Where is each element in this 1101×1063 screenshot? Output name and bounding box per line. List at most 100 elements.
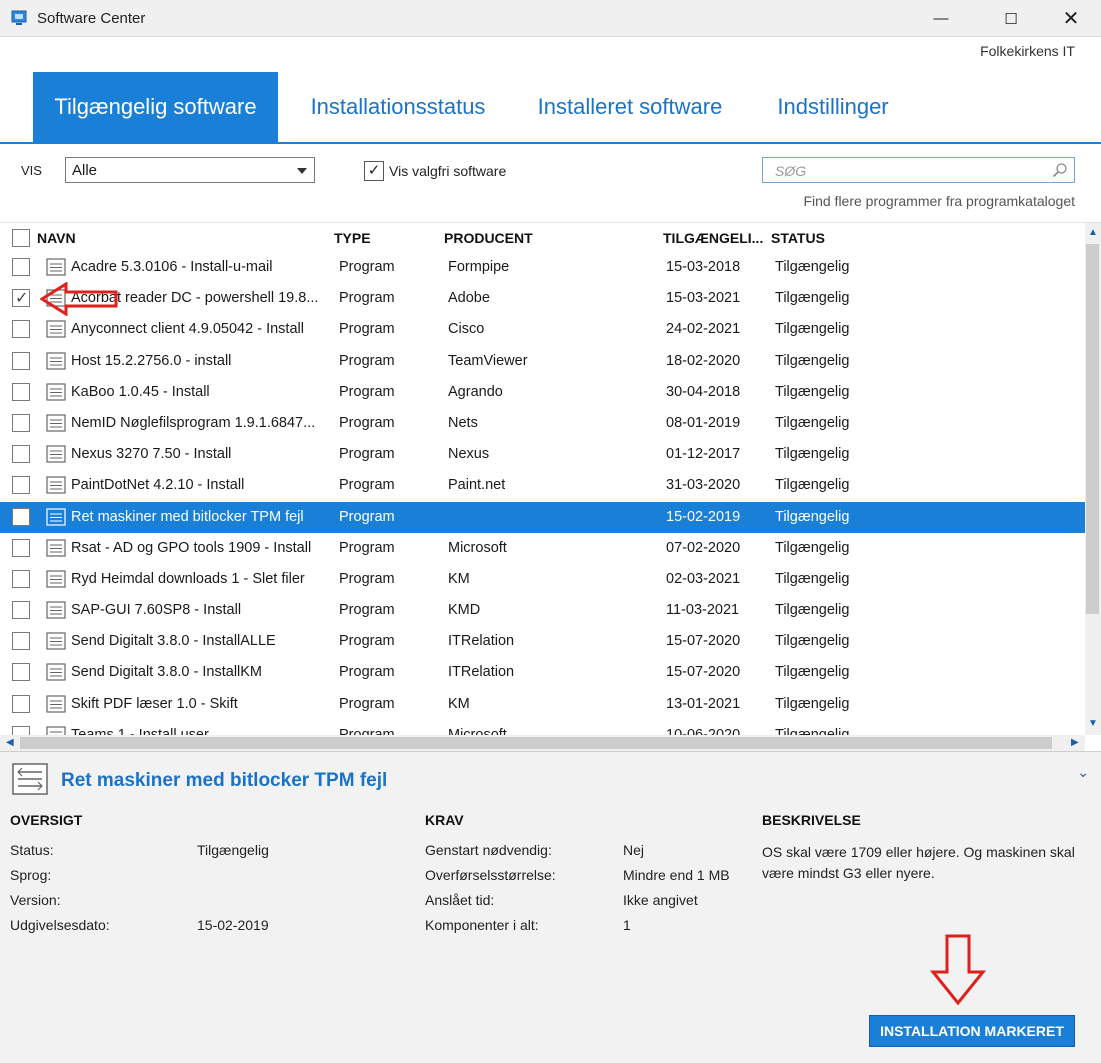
description-heading: BESKRIVELSE <box>762 812 861 828</box>
row-date: 10-06-2020 <box>666 726 741 735</box>
row-producer: KM <box>448 695 470 712</box>
row-checkbox[interactable] <box>12 694 30 713</box>
row-checkbox[interactable] <box>12 569 30 588</box>
table-row[interactable]: Send Digitalt 3.8.0 - InstallKM Program IT… <box>0 657 1085 688</box>
optional-software-label[interactable]: Vis valgfri software <box>389 163 506 179</box>
table-row[interactable]: Host 15.2.2756.0 - install Program TeamVie… <box>0 346 1085 377</box>
tab-installation-status[interactable]: Installationsstatus <box>295 72 501 142</box>
table-row[interactable]: Acadre 5.3.0106 - Install-u-mail Program F… <box>0 252 1085 283</box>
header-available[interactable]: TILGÆNGELI... <box>663 230 763 246</box>
row-checkbox[interactable] <box>12 632 30 651</box>
maximize-button[interactable]: ☐ <box>988 0 1034 37</box>
table-row[interactable]: Skift PDF læser 1.0 - Skift Program KM 13-0… <box>0 689 1085 720</box>
install-selected-button[interactable]: INSTALLATION MARKERET <box>869 1015 1075 1047</box>
row-date: 18-02-2020 <box>666 352 741 369</box>
row-name: Send Digitalt 3.8.0 - InstallKM <box>71 664 263 681</box>
filter-dropdown[interactable]: Alle <box>65 157 315 183</box>
row-checkbox[interactable] <box>12 663 30 682</box>
main-tabs: Tilgængelig software Installationsstatus… <box>0 72 1101 143</box>
row-status: Tilgængelig <box>775 602 850 619</box>
row-producer: Nexus <box>448 446 490 463</box>
row-status: Tilgængelig <box>775 259 850 275</box>
collapse-chevron-icon[interactable]: ⌄ <box>1077 764 1089 781</box>
search-input[interactable]: SØG <box>762 157 1075 183</box>
tab-installed-software[interactable]: Installeret software <box>521 72 739 142</box>
scroll-down-icon[interactable]: ▼ <box>1088 718 1098 729</box>
header-producer[interactable]: PRODUCENT <box>444 230 533 246</box>
row-checkbox[interactable] <box>12 320 30 339</box>
list-header: NAVN TYPE PRODUCENT TILGÆNGELI... STATUS <box>0 223 1085 252</box>
row-checkbox[interactable] <box>12 351 30 370</box>
row-date: 15-03-2018 <box>666 259 741 275</box>
optional-software-checkbox[interactable]: ✓ <box>364 161 384 181</box>
row-status: Tilgængelig <box>775 726 850 735</box>
row-checkbox[interactable] <box>12 507 30 526</box>
row-name: SAP-GUI 7.60SP8 - Install <box>71 602 242 619</box>
header-status[interactable]: STATUS <box>771 230 825 246</box>
application-icon <box>46 320 66 338</box>
scroll-right-icon[interactable]: ▶ <box>1071 737 1079 748</box>
row-name: Rsat - AD og GPO tools 1909 - Install <box>71 539 312 556</box>
application-icon <box>46 445 66 463</box>
select-all-checkbox[interactable] <box>12 229 30 247</box>
minimize-button[interactable]: — <box>918 0 964 37</box>
application-icon <box>46 351 66 370</box>
row-checkbox[interactable] <box>12 382 30 401</box>
row-status: Tilgængelig <box>775 664 850 681</box>
row-checkbox[interactable] <box>12 258 30 276</box>
table-row[interactable]: KaBoo 1.0.45 - Install Program Agrando 30-0… <box>0 377 1085 408</box>
table-row[interactable]: Send Digitalt 3.8.0 - InstallALLE Program… <box>0 626 1085 657</box>
row-checkbox[interactable] <box>12 288 30 308</box>
table-row[interactable]: PaintDotNet 4.2.10 - Install Program Paint… <box>0 470 1085 501</box>
find-more-link[interactable]: Find flere programmer fra programkatalog… <box>803 193 1075 209</box>
tab-available-software[interactable]: Tilgængelig software <box>33 72 278 142</box>
row-status: Tilgængelig <box>775 352 850 369</box>
row-date: 11-03-2021 <box>666 602 740 619</box>
horizontal-scroll-thumb[interactable] <box>20 737 1052 749</box>
table-row[interactable]: Teams 1 - Install user Program Microsoft 10… <box>0 720 1085 735</box>
row-checkbox[interactable] <box>12 601 30 620</box>
table-row[interactable]: NemID Nøglefilsprogram 1.9.1.6847... Prog… <box>0 408 1085 439</box>
table-row[interactable]: Rsat - AD og GPO tools 1909 - Install Pro… <box>0 533 1085 564</box>
row-date: 15-03-2021 <box>666 290 741 307</box>
restart-value: Nej <box>623 842 645 858</box>
application-icon <box>46 414 66 432</box>
header-type[interactable]: TYPE <box>334 230 371 246</box>
row-status: Tilgængelig <box>775 539 850 556</box>
row-checkbox[interactable] <box>12 476 30 495</box>
row-checkbox[interactable] <box>12 445 30 464</box>
annotation-arrow-left-icon <box>40 282 118 316</box>
table-row[interactable]: Anyconnect client 4.9.05042 - Install Pro… <box>0 314 1085 345</box>
scroll-up-icon[interactable]: ▲ <box>1088 227 1098 238</box>
components-label: Komponenter i alt: <box>425 917 539 933</box>
window-title: Software Center <box>37 10 146 27</box>
description-text: OS skal være 1709 eller højere. Og maski… <box>762 844 1075 881</box>
application-icon <box>46 695 66 713</box>
table-row[interactable]: Ret maskiner med bitlocker TPM fejl Progr… <box>0 501 1085 533</box>
row-status: Tilgængelig <box>775 695 850 712</box>
row-name: Nexus 3270 7.50 - Install <box>71 446 232 463</box>
vertical-scroll-thumb[interactable] <box>1086 244 1099 614</box>
row-checkbox[interactable] <box>12 725 30 735</box>
tab-settings[interactable]: Indstillinger <box>760 72 906 142</box>
row-name: Ret maskiner med bitlocker TPM fejl <box>71 508 304 525</box>
application-icon <box>46 632 66 650</box>
close-button[interactable]: ✕ <box>1048 0 1094 37</box>
application-icon <box>46 383 66 401</box>
row-type: Program <box>339 508 395 525</box>
table-row[interactable]: Acorbat reader DC - powershell 19.8...Pr… <box>0 283 1085 314</box>
row-checkbox[interactable] <box>12 413 30 432</box>
table-row[interactable]: SAP-GUI 7.60SP8 - Install Program KMD 11-03… <box>0 595 1085 626</box>
table-row[interactable]: Nexus 3270 7.50 - Install Program Nexus 01-… <box>0 439 1085 470</box>
application-icon <box>12 763 48 795</box>
row-name: Ryd Heimdal downloads 1 - Slet filer <box>71 570 305 587</box>
row-checkbox[interactable] <box>12 538 30 557</box>
scroll-left-icon[interactable]: ◀ <box>6 737 14 748</box>
version-label: Version: <box>10 892 61 908</box>
row-producer: Cisco <box>448 321 485 338</box>
application-icon <box>46 726 66 735</box>
table-row[interactable]: Ryd Heimdal downloads 1 - Slet filer Prog… <box>0 564 1085 595</box>
search-icon[interactable] <box>1052 162 1068 178</box>
restart-label: Genstart nødvendig: <box>425 842 552 858</box>
header-name[interactable]: NAVN <box>37 230 76 246</box>
